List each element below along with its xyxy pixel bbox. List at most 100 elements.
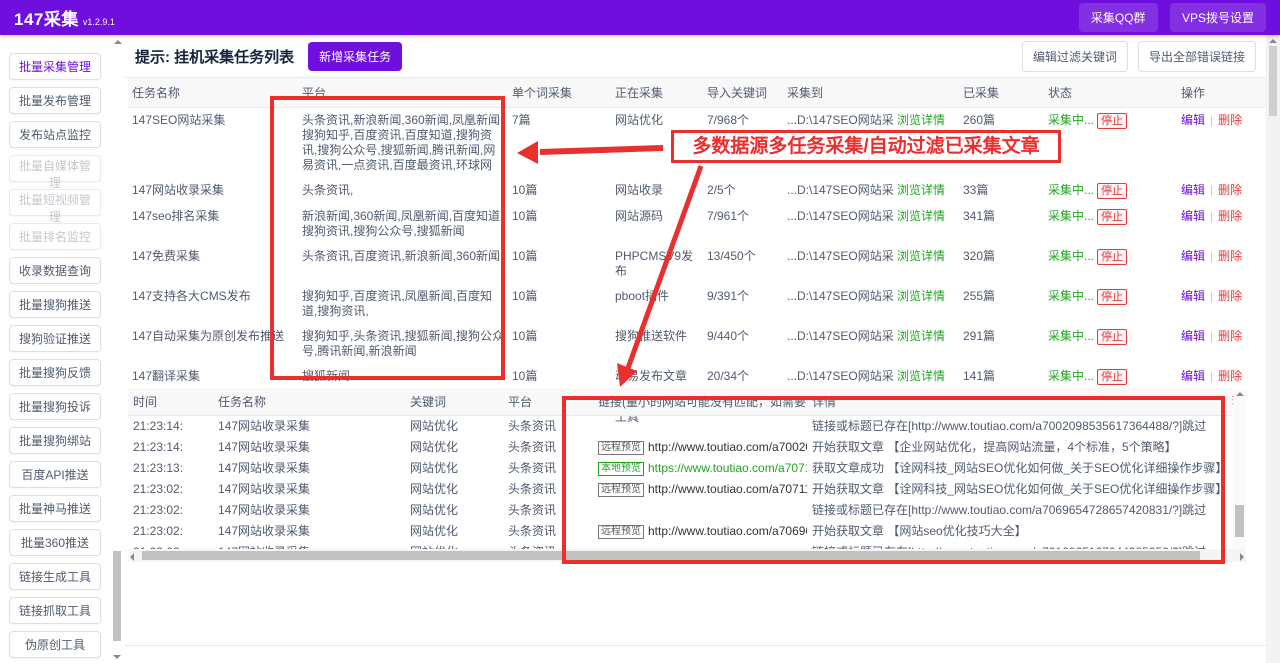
sidebar-item[interactable]: 链接生成工具 — [9, 563, 101, 590]
log-hscroll-thumb[interactable] — [142, 551, 1200, 560]
sidebar-item[interactable]: 批量搜狗绑站 — [9, 427, 101, 454]
sidebar-scrollbar[interactable] — [111, 38, 124, 663]
scroll-up-icon[interactable] — [113, 40, 122, 44]
scroll-up-icon[interactable] — [1235, 392, 1244, 396]
task-platforms: 头条资讯, — [302, 183, 354, 197]
sidebar-item[interactable]: 伪原创工具 — [9, 631, 101, 658]
task-imported-keywords: 2/5个 — [707, 183, 736, 197]
edit-link[interactable]: 编辑 — [1181, 183, 1205, 197]
log-link-cell — [593, 416, 807, 438]
vps-settings-button[interactable]: VPS拨号设置 — [1169, 3, 1266, 32]
task-collect-to: ...D:\147SEO网站采 浏览详情 — [787, 113, 946, 127]
log-task-name: 147网站收录采集 — [218, 503, 311, 517]
browse-details-link[interactable]: 浏览详情 — [897, 249, 945, 263]
task-name: 147网站收录采集 — [132, 183, 225, 197]
log-vertical-scrollbar[interactable] — [1233, 390, 1246, 560]
edit-link[interactable]: 编辑 — [1181, 249, 1205, 263]
task-name: 147翻译采集 — [132, 369, 201, 383]
browse-details-link[interactable]: 浏览详情 — [897, 209, 945, 223]
stop-button[interactable]: 停止 — [1097, 369, 1128, 385]
log-task-name: 147网站收录采集 — [218, 461, 311, 475]
scroll-down-icon[interactable] — [113, 655, 121, 659]
scroll-left-icon[interactable] — [130, 553, 134, 561]
task-row: 147seo排名采集 新浪新闻,360新闻,凤凰新闻,百度知道,搜狗资讯,搜狗公众… — [128, 204, 1266, 244]
browse-details-link[interactable]: 浏览详情 — [897, 113, 945, 127]
log-link[interactable]: https://www.toutiao.com/a707112263715771… — [648, 461, 807, 475]
sidebar-item[interactable]: 发布站点监控 — [9, 121, 101, 148]
log-link-cell: 远程预览 http://www.toutiao.com/a707112263715… — [593, 479, 807, 500]
sidebar-item[interactable]: 链接抓取工具 — [9, 597, 101, 624]
task-row: 147免费采集 头条资讯,百度资讯,新浪新闻,360新闻 10篇 PHPCMSV9发布… — [128, 244, 1266, 284]
qq-group-button[interactable]: 采集QQ群 — [1078, 3, 1158, 32]
sidebar-scrollbar-thumb[interactable] — [113, 551, 121, 641]
sidebar-item[interactable]: 批量神马推送 — [9, 495, 101, 522]
column-header: 详情 — [807, 388, 1232, 416]
log-horizontal-scrollbar[interactable] — [128, 549, 1246, 562]
delete-link[interactable]: 删除 — [1218, 113, 1242, 127]
remote-preview-badge[interactable]: 远程预览 — [598, 441, 644, 455]
delete-link[interactable]: 删除 — [1218, 209, 1242, 223]
sidebar-item[interactable]: 批量发布管理 — [9, 87, 101, 114]
stop-button[interactable]: 停止 — [1097, 183, 1128, 199]
browse-details-link[interactable]: 浏览详情 — [897, 369, 945, 383]
browse-details-link[interactable]: 浏览详情 — [897, 289, 945, 303]
edit-link[interactable]: 编辑 — [1181, 289, 1205, 303]
stop-button[interactable]: 停止 — [1097, 249, 1128, 265]
edit-link[interactable]: 编辑 — [1181, 369, 1205, 383]
browse-details-link[interactable]: 浏览详情 — [897, 183, 945, 197]
task-collected-count: 341篇 — [963, 209, 996, 223]
log-link[interactable]: http://www.toutiao.com/a7002098535617364… — [648, 440, 807, 454]
delete-link[interactable]: 删除 — [1218, 289, 1242, 303]
delete-link[interactable]: 删除 — [1218, 329, 1242, 343]
edit-filter-keywords-button[interactable]: 编辑过滤关键词 — [1021, 40, 1128, 72]
task-collected-count: 291篇 — [963, 329, 996, 343]
sidebar-item[interactable]: 批量采集管理 — [9, 53, 101, 80]
log-table: 时间任务名称关键词平台链接(量小的网站可能没有匹配，如需要可群内反馈增加规则)详… — [128, 388, 1232, 563]
remote-preview-badge[interactable]: 远程预览 — [598, 525, 644, 539]
page-scrollbar-thumb[interactable] — [1269, 46, 1277, 116]
sidebar-item[interactable]: 收录数据查询 — [9, 257, 101, 284]
log-keyword: 网站优化 — [410, 503, 459, 517]
sidebar-item[interactable]: 批量搜狗推送 — [9, 291, 101, 318]
status-running-label: 采集中... — [1048, 329, 1095, 343]
page-scrollbar[interactable] — [1266, 35, 1280, 663]
delete-link[interactable]: 删除 — [1218, 249, 1242, 263]
log-vscroll-thumb[interactable] — [1235, 505, 1244, 537]
edit-link[interactable]: 编辑 — [1181, 209, 1205, 223]
browse-details-link[interactable]: 浏览详情 — [897, 329, 945, 343]
export-error-links-button[interactable]: 导出全部错误链接 — [1137, 40, 1256, 72]
stop-button[interactable]: 停止 — [1097, 329, 1128, 345]
task-collected-count: 255篇 — [963, 289, 996, 303]
log-link[interactable]: http://www.toutiao.com/a7071122637157712… — [648, 482, 807, 496]
log-link[interactable]: http://www.toutiao.com/a7069654728657420… — [648, 524, 807, 538]
stop-button[interactable]: 停止 — [1097, 289, 1128, 305]
sidebar-item[interactable]: 批量搜狗投诉 — [9, 393, 101, 420]
log-link-cell: 远程预览 http://www.toutiao.com/a706965472865… — [593, 521, 807, 542]
task-collect-to: ...D:\147SEO网站采 浏览详情 — [787, 289, 946, 303]
action-separator: | — [1210, 369, 1214, 383]
task-imported-keywords: 13/450个 — [707, 249, 756, 263]
log-row: 21:23:02: 147网站收录采集 网站优化 头条资讯 远程预览 http://www… — [128, 521, 1232, 542]
delete-link[interactable]: 删除 — [1218, 369, 1242, 383]
stop-button[interactable]: 停止 — [1097, 209, 1128, 225]
sidebar-item[interactable]: 搜狗验证推送 — [9, 325, 101, 352]
scroll-up-icon[interactable] — [1269, 39, 1277, 43]
task-row: 147网站收录采集 头条资讯, 10篇 网站收录 2/5个 ...D:\147SEO网站采… — [128, 178, 1266, 204]
column-header: 状态 — [1044, 78, 1177, 108]
sidebar-item[interactable]: 批量搜狗反馈 — [9, 359, 101, 386]
sidebar-item[interactable]: 百度API推送 — [9, 461, 101, 488]
sidebar-item: 批量自媒体管理 — [9, 155, 101, 190]
log-keyword: 网站优化 — [410, 461, 459, 475]
scroll-right-icon[interactable] — [1240, 553, 1244, 561]
sidebar-item[interactable]: 批量360推送 — [9, 529, 101, 556]
stop-button[interactable]: 停止 — [1097, 113, 1128, 129]
new-task-button[interactable]: 新增采集任务 — [308, 41, 403, 71]
app-root: 147采集 v1.2.9.1 采集QQ群 VPS拨号设置 批量采集管理 批量发布管… — [0, 0, 1280, 663]
edit-link[interactable]: 编辑 — [1181, 329, 1205, 343]
task-collecting: 动易发布文章 — [615, 369, 688, 383]
task-row: 147支持各大CMS发布 搜狗知乎,百度资讯,凤凰新闻,百度知道,搜狗资讯, 10篇… — [128, 284, 1266, 324]
edit-link[interactable]: 编辑 — [1181, 113, 1205, 127]
remote-preview-badge[interactable]: 远程预览 — [598, 483, 644, 497]
local-preview-badge[interactable]: 本地预览 — [598, 462, 644, 476]
delete-link[interactable]: 删除 — [1218, 183, 1242, 197]
